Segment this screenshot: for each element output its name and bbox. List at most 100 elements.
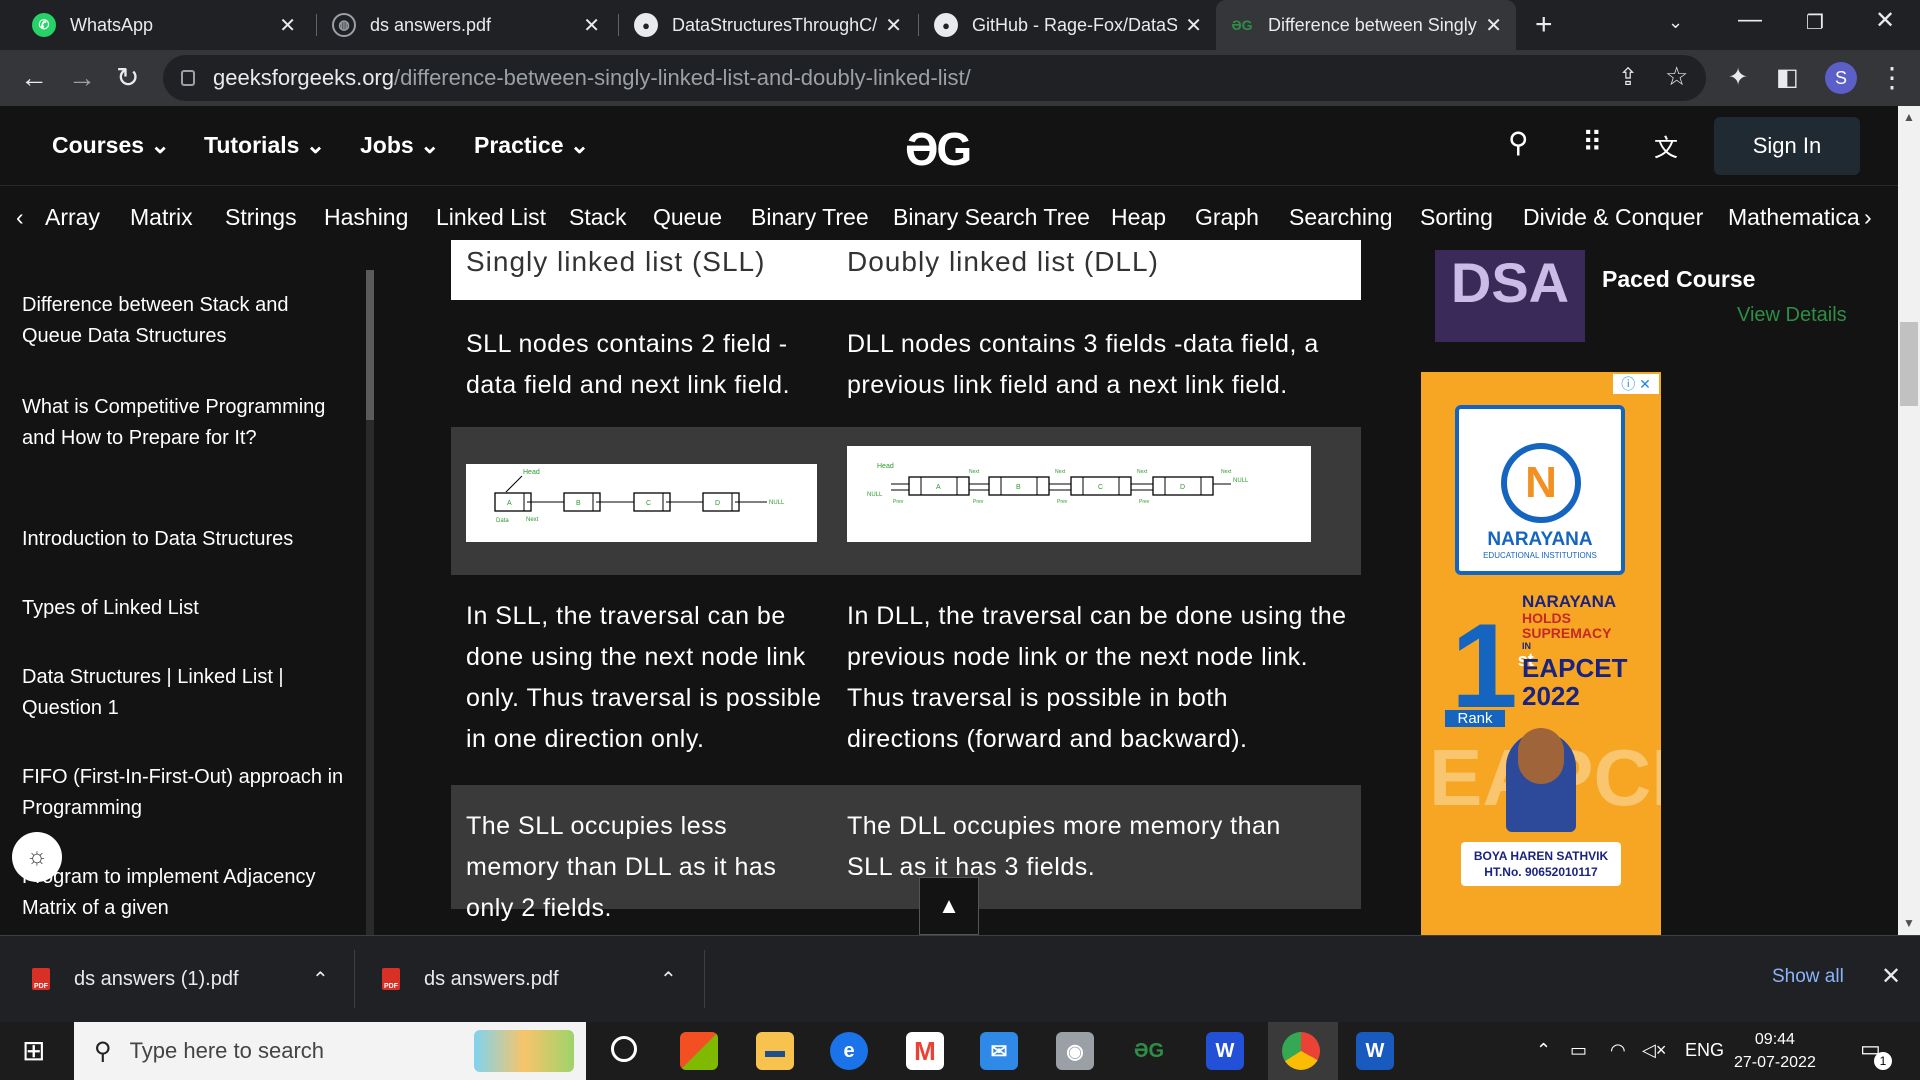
tab-search-icon[interactable]: ⌄ (1668, 12, 1683, 33)
nav-courses[interactable]: Courses ⌄ (52, 132, 170, 159)
side-panel-icon[interactable]: ◧ (1776, 62, 1799, 94)
download-item[interactable]: PDF ds answers.pdf ⌃ (382, 956, 682, 1002)
sidebar-link[interactable]: Program to implement Adjacency Matrix of… (22, 862, 352, 924)
dll-prev-label: Prev (893, 499, 904, 505)
search-icon[interactable]: ⚲ (1508, 126, 1529, 159)
edge-icon[interactable]: e (830, 1032, 868, 1070)
window-close-button[interactable]: ✕ (1875, 6, 1895, 35)
show-all-button[interactable]: Show all (1772, 966, 1844, 988)
topic-sorting[interactable]: Sorting (1420, 204, 1493, 231)
topic-binary-search-tree[interactable]: Binary Search Tree (893, 204, 1090, 231)
clock[interactable]: 09:44 27-07-2022 (1734, 1028, 1816, 1074)
chrome-menu-icon[interactable]: ⋮ (1878, 62, 1906, 94)
chrome-icon[interactable] (1282, 1032, 1320, 1070)
chevron-up-icon[interactable]: ⌃ (312, 967, 329, 992)
topic-strings[interactable]: Strings (225, 204, 297, 231)
dll-next-label: Next (1221, 469, 1232, 475)
page-scrollbar-thumb[interactable] (1900, 322, 1918, 406)
sidebar-link[interactable]: Types of Linked List (22, 593, 352, 624)
tab-github-rage-fox[interactable]: ● GitHub - Rage-Fox/DataS ✕ (920, 0, 1216, 50)
wifi-icon[interactable]: ◠ (1610, 1040, 1626, 1061)
course-card[interactable]: DSA Paced Course View Details (1435, 250, 1861, 342)
file-explorer-icon[interactable]: ▬ (756, 1032, 794, 1070)
reload-button[interactable]: ↻ (116, 62, 139, 94)
apps-grid-icon[interactable]: ⠿ (1582, 126, 1603, 159)
chevron-up-icon[interactable]: ⌃ (660, 967, 677, 992)
sidebar-link[interactable]: What is Competitive Programming and How … (22, 392, 352, 454)
topic-searching[interactable]: Searching (1289, 204, 1393, 231)
search-highlight-icon[interactable] (474, 1030, 574, 1072)
address-bar[interactable]: geeksforgeeks.org /difference-between-si… (163, 55, 1706, 101)
word-icon[interactable]: W (1356, 1032, 1394, 1070)
chevron-left-icon[interactable]: ‹ (16, 204, 24, 231)
taskbar-search[interactable]: ⚲ Type here to search (74, 1022, 586, 1080)
extensions-icon[interactable]: ✦ (1728, 62, 1748, 94)
topic-mathematical[interactable]: Mathematica (1728, 204, 1862, 231)
close-icon[interactable]: ✕ (279, 13, 296, 38)
tab-datastructures[interactable]: ● DataStructuresThroughC/ ✕ (620, 0, 916, 50)
minimize-button[interactable]: — (1738, 6, 1762, 34)
close-icon[interactable]: ✕ (1185, 13, 1202, 38)
topic-graph[interactable]: Graph (1195, 204, 1259, 231)
battery-icon[interactable]: ▭ (1570, 1040, 1587, 1061)
nav-jobs[interactable]: Jobs ⌄ (360, 132, 439, 159)
gmail-icon[interactable]: M (906, 1032, 944, 1070)
bookmark-star-icon[interactable]: ☆ (1665, 61, 1688, 92)
topic-matrix[interactable]: Matrix (130, 204, 193, 231)
scroll-down-arrow-icon[interactable]: ▼ (1898, 916, 1920, 930)
sidebar-link[interactable]: FIFO (First-In-First-Out) approach in Pr… (22, 762, 352, 824)
download-item[interactable]: PDF ds answers (1).pdf ⌃ (32, 956, 332, 1002)
close-icon[interactable]: ✕ (1881, 962, 1901, 991)
sidebar-link[interactable]: Data Structures | Linked List | Question… (22, 662, 352, 724)
forward-button[interactable]: → (68, 62, 96, 94)
scroll-to-top-button[interactable]: ▲ (919, 877, 979, 935)
topic-divide-conquer[interactable]: Divide & Conquer (1523, 204, 1703, 231)
scroll-up-arrow-icon[interactable]: ▲ (1898, 110, 1920, 124)
topic-heap[interactable]: Heap (1111, 204, 1166, 231)
theme-toggle-icon[interactable]: ☼ (12, 832, 62, 882)
mail-icon[interactable]: ✉ (980, 1032, 1018, 1070)
close-icon[interactable]: ✕ (1485, 13, 1502, 38)
close-icon[interactable]: ✕ (583, 13, 600, 38)
sidebar-link[interactable]: Difference between Stack and Queue Data … (22, 290, 352, 352)
topic-binary-tree[interactable]: Binary Tree (751, 204, 869, 231)
volume-icon[interactable]: ◁× (1642, 1040, 1666, 1061)
translate-icon[interactable]: 文 (1654, 128, 1678, 163)
microsoft-store-icon[interactable] (680, 1032, 718, 1070)
sidebar-scrollbar-thumb[interactable] (366, 270, 374, 420)
share-icon[interactable]: ⇪ (1618, 63, 1638, 92)
back-button[interactable]: ← (20, 62, 48, 94)
topic-linked-list[interactable]: Linked List (436, 204, 546, 231)
restore-button[interactable]: ❐ (1806, 10, 1824, 35)
sidebar-link[interactable]: Introduction to Data Structures (22, 524, 352, 555)
nav-practice[interactable]: Practice ⌄ (474, 132, 589, 159)
nav-tutorials[interactable]: Tutorials ⌄ (204, 132, 325, 159)
remote-desktop-icon[interactable]: ◉ (1056, 1032, 1094, 1070)
ad-close-icon[interactable]: ⓘ ✕ (1613, 374, 1659, 394)
table-cell: The SLL occupies less memory than DLL as… (466, 812, 777, 922)
new-tab-button[interactable]: + (1535, 8, 1553, 42)
close-icon[interactable]: ✕ (885, 13, 902, 38)
topic-stack[interactable]: Stack (569, 204, 627, 231)
tab-ds-answers[interactable]: ◍ ds answers.pdf ✕ (318, 0, 614, 50)
topic-queue[interactable]: Queue (653, 204, 722, 231)
windows-start-icon[interactable]: ⊞ (22, 1037, 45, 1065)
language-indicator[interactable]: ENG (1685, 1040, 1724, 1061)
profile-avatar[interactable]: S (1825, 62, 1857, 94)
gfg-app-icon[interactable]: ƏG (1130, 1032, 1168, 1070)
gfg-icon: ƏG (1231, 17, 1253, 33)
chevron-up-icon[interactable]: ⌃ (1536, 1040, 1551, 1061)
chevron-right-icon[interactable]: › (1864, 204, 1872, 231)
topic-hashing[interactable]: Hashing (324, 204, 408, 231)
advertisement[interactable]: ⓘ ✕ N NARAYANA EDUCATIONAL INSTITUTIONS … (1421, 372, 1661, 935)
gfg-logo[interactable]: ƏG (905, 122, 972, 176)
sign-in-button[interactable]: Sign In (1714, 117, 1860, 175)
view-details-link[interactable]: View Details (1737, 304, 1847, 327)
tab-gfg-active[interactable]: ƏG Difference between Singly ✕ (1216, 0, 1516, 50)
tab-whatsapp[interactable]: ✆ WhatsApp ✕ (18, 0, 310, 50)
page-scrollbar[interactable] (1898, 106, 1920, 935)
webex-icon[interactable]: W (1206, 1032, 1244, 1070)
download-bar: PDF ds answers (1).pdf ⌃ PDF ds answers.… (0, 935, 1920, 1022)
cortana-icon[interactable] (611, 1036, 637, 1062)
topic-array[interactable]: Array (45, 204, 100, 231)
